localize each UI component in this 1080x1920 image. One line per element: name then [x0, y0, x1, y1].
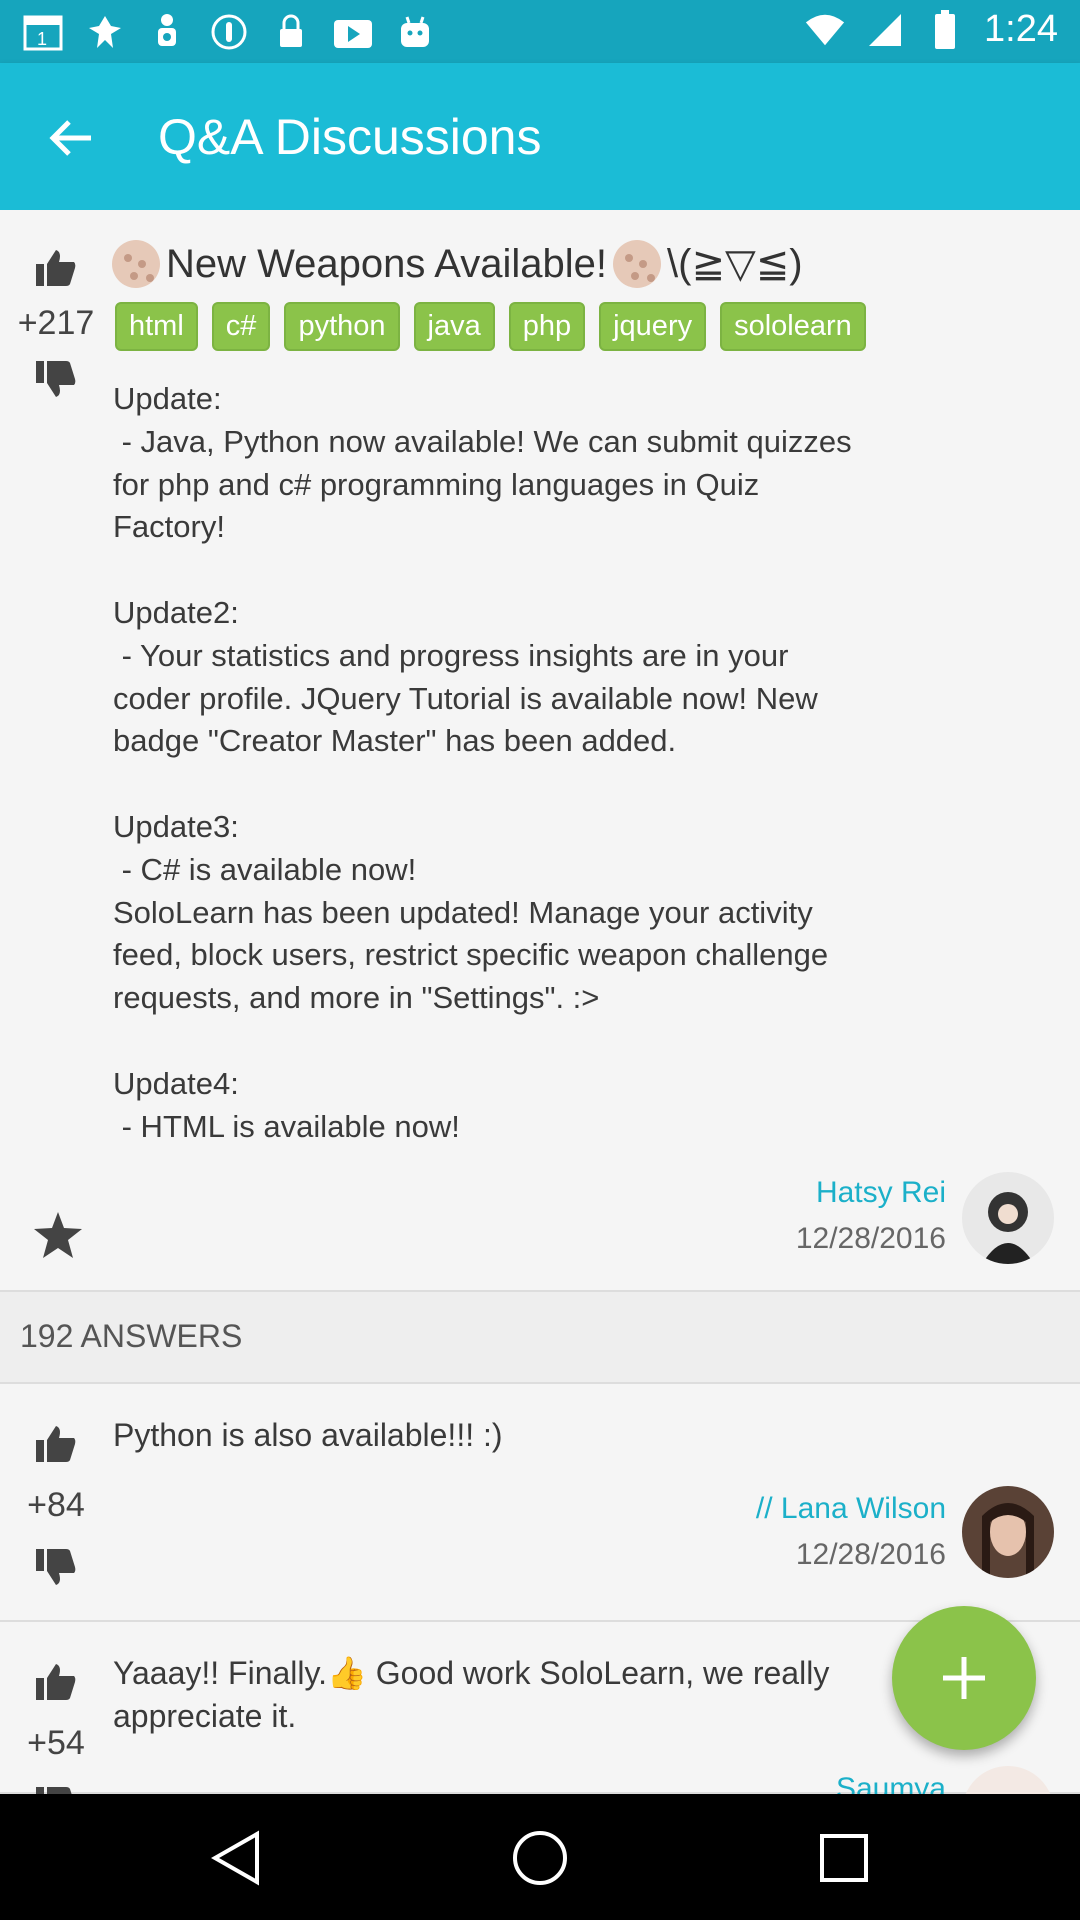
answer-vote-column: +84: [0, 1422, 112, 1589]
nav-recents-button[interactable]: [814, 1828, 874, 1888]
tag-java[interactable]: java: [413, 302, 495, 351]
system-nav-bar: [0, 1794, 1080, 1920]
cookie-emoji-icon: [613, 240, 662, 288]
app-bar: Q&A Discussions: [0, 63, 1080, 210]
upvote-icon[interactable]: [34, 246, 78, 290]
question-title[interactable]: New Weapons Available! \(≧▽≦): [112, 240, 803, 288]
upvote-icon[interactable]: [34, 1422, 78, 1466]
downvote-icon[interactable]: [34, 357, 78, 401]
tag-html[interactable]: html: [115, 302, 198, 351]
author-avatar[interactable]: [962, 1486, 1054, 1578]
battery-icon: [924, 9, 966, 50]
page-title: Q&A Discussions: [158, 109, 542, 165]
circle-home-icon: [513, 1831, 567, 1885]
question-author: Hatsy Rei 12/28/2016: [796, 1176, 946, 1256]
cookie-emoji-icon: [112, 240, 160, 288]
info-icon: [208, 12, 250, 52]
downvote-icon[interactable]: [34, 1545, 78, 1589]
nav-back-button[interactable]: [206, 1828, 266, 1888]
android-icon: [394, 12, 436, 52]
author-name[interactable]: Hatsy Rei: [796, 1176, 946, 1210]
svg-text:1: 1: [37, 29, 47, 49]
question-vote-column: +217: [0, 246, 112, 401]
tag-php[interactable]: php: [508, 302, 586, 351]
question-vote-count: +217: [17, 304, 95, 342]
back-arrow-icon: [49, 120, 91, 156]
answer-item: +84 Python is also available!!! :) // La…: [0, 1384, 1080, 1622]
question-title-text: New Weapons Available!: [166, 241, 608, 286]
answer-vote-count: +54: [27, 1724, 85, 1762]
status-bar: 1 1:24: [0, 0, 1080, 63]
question-body: Update: - Java, Python now available! We…: [113, 381, 852, 1144]
tag-list: html c# python java php jquery sololearn: [115, 302, 866, 351]
tag-python[interactable]: python: [284, 302, 400, 351]
author-name[interactable]: // Lana Wilson: [756, 1492, 946, 1526]
calendar-icon: 1: [22, 12, 64, 52]
answer-text: Python is also available!!! :): [113, 1417, 503, 1453]
answer-vote-count: +84: [27, 1486, 85, 1524]
favorite-star-icon[interactable]: [32, 1210, 84, 1262]
answers-count: 192 ANSWERS: [20, 1318, 243, 1354]
status-time: 1:24: [984, 8, 1058, 50]
wifi-icon: [804, 10, 846, 50]
answer-author: // Lana Wilson 12/28/2016: [756, 1492, 946, 1572]
tag-csharp[interactable]: c#: [211, 302, 271, 351]
question-title-suffix: \(≧▽≦): [667, 242, 803, 286]
add-answer-button[interactable]: [892, 1606, 1036, 1750]
tag-jquery[interactable]: jquery: [599, 302, 707, 351]
square-recents-icon: [820, 1834, 868, 1882]
signal-icon: [864, 10, 906, 50]
nav-home-button[interactable]: [510, 1828, 570, 1888]
answer-text: Yaaay!! Finally.👍 Good work SoloLearn, w…: [113, 1655, 830, 1734]
video-icon: [332, 12, 374, 52]
back-button[interactable]: [40, 107, 102, 169]
plus-icon: [943, 1657, 985, 1699]
triangle-back-icon: [211, 1830, 259, 1886]
question-card: +217 New Weapons Available! \(≧▽≦) html …: [0, 210, 1080, 1292]
person-icon: [146, 12, 188, 52]
author-avatar[interactable]: [962, 1172, 1054, 1264]
post-date: 12/28/2016: [795, 1538, 946, 1571]
tag-sololearn[interactable]: sololearn: [720, 302, 866, 351]
upvote-icon[interactable]: [34, 1660, 78, 1704]
fake-gps-icon: [84, 12, 126, 52]
lock-icon: [270, 12, 312, 52]
answers-count-header: 192 ANSWERS: [0, 1292, 1080, 1384]
post-date: 12/28/2016: [795, 1222, 946, 1255]
